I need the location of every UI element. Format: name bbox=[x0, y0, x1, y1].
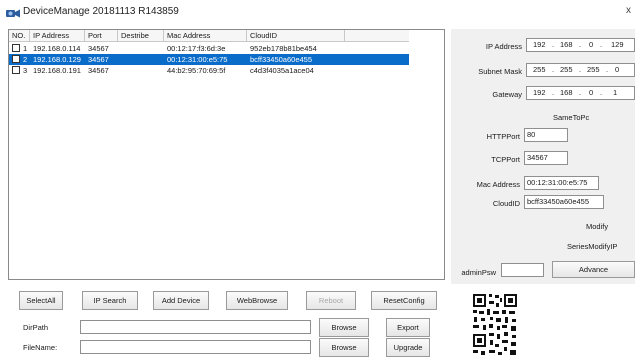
admin-password-input[interactable] bbox=[501, 263, 544, 277]
subnet-mask-label: Subnet Mask bbox=[478, 67, 522, 76]
row-cloudid: 952eb178b81be454 bbox=[250, 44, 317, 53]
admin-password-label: adminPsw bbox=[461, 268, 496, 277]
select-all-button[interactable]: SelectAll bbox=[19, 291, 63, 310]
column-header-ip[interactable]: IP Address bbox=[30, 30, 85, 42]
config-panel: IP Address 192. 168. 0. 129 Subnet Mask … bbox=[451, 29, 635, 284]
dir-path-input[interactable] bbox=[80, 320, 311, 334]
device-row-selected[interactable]: 2 192.168.0.129 34567 00:12:31:00:e5:75 … bbox=[9, 54, 409, 65]
row-mac: 00:12:17:f3:6d:3e bbox=[167, 44, 226, 53]
window-title: DeviceManage 20181113 R143859 bbox=[23, 6, 179, 17]
row-cloudid: c4d3f4035a1ace04 bbox=[250, 66, 314, 75]
row-ip: 192.168.0.191 bbox=[33, 66, 81, 75]
subnet-mask-field[interactable]: 255. 255. 255. 0 bbox=[526, 63, 635, 77]
export-button[interactable]: Export bbox=[386, 318, 430, 337]
add-device-button[interactable]: Add Device bbox=[153, 291, 209, 310]
browse-file-button[interactable]: Browse bbox=[319, 338, 369, 357]
device-list[interactable]: NO. IP Address Port Destribe Mac Address… bbox=[8, 29, 445, 280]
series-modify-ip-button[interactable]: SeriesModifyIP bbox=[567, 242, 617, 251]
qr-code-icon bbox=[471, 292, 519, 358]
tcp-port-label: TCPPort bbox=[491, 155, 520, 164]
row-mac: 44:b2:95:70:69:5f bbox=[167, 66, 226, 75]
row-mac: 00:12:31:00:e5:75 bbox=[167, 55, 228, 64]
file-name-label: FileName: bbox=[23, 343, 58, 352]
mac-address-input[interactable]: 00:12:31:00:e5:75 bbox=[524, 176, 599, 190]
column-header-port[interactable]: Port bbox=[85, 30, 118, 42]
column-header-no[interactable]: NO. bbox=[9, 30, 30, 42]
ip-address-field[interactable]: 192. 168. 0. 129 bbox=[526, 38, 635, 52]
http-port-input[interactable]: 80 bbox=[524, 128, 568, 142]
device-row[interactable]: 1 192.168.0.114 34567 00:12:17:f3:6d:3e … bbox=[9, 43, 409, 54]
column-header-mac[interactable]: Mac Address bbox=[164, 30, 247, 42]
dir-path-label: DirPath bbox=[23, 323, 49, 332]
modify-button[interactable]: Modify bbox=[586, 222, 608, 231]
device-list-header: NO. IP Address Port Destribe Mac Address… bbox=[9, 30, 409, 42]
file-name-input[interactable] bbox=[80, 340, 311, 354]
device-row[interactable]: 3 192.168.0.191 34567 44:b2:95:70:69:5f … bbox=[9, 65, 409, 76]
row-checkbox[interactable] bbox=[12, 44, 20, 52]
row-checkbox[interactable] bbox=[12, 55, 20, 63]
close-icon[interactable]: x bbox=[626, 5, 631, 16]
reboot-button[interactable]: Reboot bbox=[306, 291, 356, 310]
title-bar: DeviceManage 20181113 R143859 x bbox=[0, 0, 635, 24]
web-browse-button[interactable]: WebBrowse bbox=[226, 291, 288, 310]
row-no: 3 bbox=[23, 66, 28, 75]
http-port-label: HTTPPort bbox=[486, 132, 520, 141]
row-cloudid: bcff33450a60e455 bbox=[250, 55, 313, 64]
gateway-field[interactable]: 192. 168. 0. 1 bbox=[526, 86, 635, 100]
mac-address-label: Mac Address bbox=[476, 180, 520, 189]
camera-app-icon bbox=[6, 9, 20, 18]
row-ip: 192.168.0.129 bbox=[33, 55, 81, 64]
tcp-port-input[interactable]: 34567 bbox=[524, 151, 568, 165]
browse-dir-button[interactable]: Browse bbox=[319, 318, 369, 337]
row-no: 1 bbox=[23, 44, 28, 53]
row-ip: 192.168.0.114 bbox=[33, 44, 81, 53]
row-port: 34567 bbox=[88, 44, 109, 53]
advance-button[interactable]: Advance bbox=[552, 261, 635, 278]
same-to-pc-button[interactable]: SameToPc bbox=[553, 113, 589, 122]
ip-search-button[interactable]: IP Search bbox=[82, 291, 138, 310]
row-checkbox[interactable] bbox=[12, 66, 20, 74]
gateway-label: Gateway bbox=[492, 90, 522, 99]
column-header-describe[interactable]: Destribe bbox=[118, 30, 164, 42]
row-port: 34567 bbox=[88, 55, 109, 64]
column-header-cloudid[interactable]: CloudID bbox=[247, 30, 345, 42]
reset-config-button[interactable]: ResetConfig bbox=[371, 291, 437, 310]
upgrade-button[interactable]: Upgrade bbox=[386, 338, 430, 357]
row-no: 2 bbox=[23, 55, 28, 64]
cloud-id-input[interactable]: bcff33450a60e455 bbox=[524, 195, 604, 209]
row-port: 34567 bbox=[88, 66, 109, 75]
ip-address-label: IP Address bbox=[485, 42, 522, 51]
cloud-id-label: CloudID bbox=[492, 199, 520, 208]
